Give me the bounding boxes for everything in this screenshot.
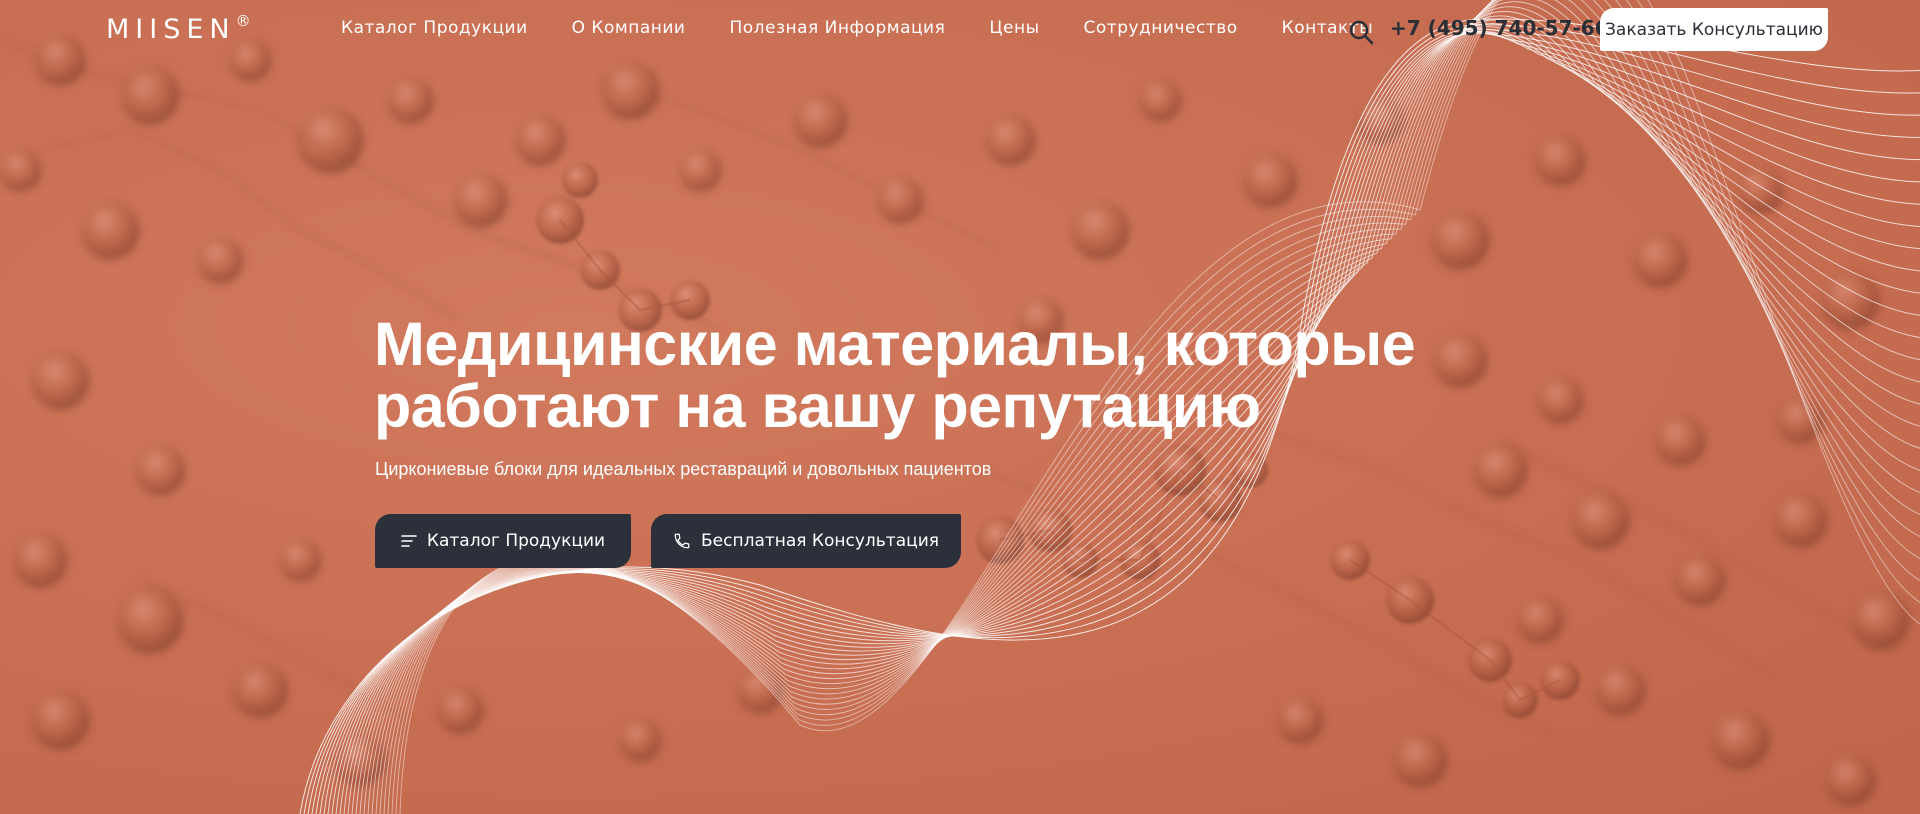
search-icon bbox=[1349, 20, 1374, 45]
nav-item-catalog[interactable]: Каталог Продукции bbox=[341, 18, 528, 38]
catalog-button-label: Каталог Продукции bbox=[426, 531, 606, 551]
hero-section: MIISEN ® Каталог Продукции О Компании По… bbox=[0, 0, 1920, 814]
brand-logo[interactable]: MIISEN ® bbox=[106, 12, 251, 46]
registered-mark: ® bbox=[235, 12, 251, 30]
logo-text: MIISEN bbox=[106, 14, 236, 45]
hero-title: Медицинские материалы, которые работают … bbox=[374, 313, 1534, 437]
site-header: MIISEN ® Каталог Продукции О Компании По… bbox=[0, 0, 1920, 58]
main-nav: Каталог Продукции О Компании Полезная Ин… bbox=[341, 18, 1373, 38]
order-consultation-button[interactable]: Заказать Консультацию bbox=[1600, 8, 1828, 51]
phone-link[interactable]: +7 (495) 740-57-66 bbox=[1390, 16, 1609, 40]
catalog-button[interactable]: Каталог Продукции bbox=[375, 514, 631, 568]
menu-lines-icon bbox=[401, 534, 417, 548]
nav-item-about[interactable]: О Компании bbox=[572, 18, 686, 38]
hero-title-line-2: работают на вашу репутацию bbox=[374, 372, 1261, 440]
free-consultation-button[interactable]: Бесплатная Консультация bbox=[651, 514, 961, 568]
phone-icon bbox=[673, 532, 691, 550]
nav-item-useful-info[interactable]: Полезная Информация bbox=[729, 18, 945, 38]
free-consultation-button-label: Бесплатная Консультация bbox=[701, 531, 939, 551]
nav-item-cooperation[interactable]: Сотрудничество bbox=[1084, 18, 1238, 38]
search-button[interactable] bbox=[1348, 19, 1374, 45]
hero-subtitle: Циркониевые блоки для идеальных реставра… bbox=[375, 459, 992, 479]
nav-item-prices[interactable]: Цены bbox=[989, 18, 1039, 38]
hero-title-line-1: Медицинские материалы, которые bbox=[374, 310, 1416, 378]
